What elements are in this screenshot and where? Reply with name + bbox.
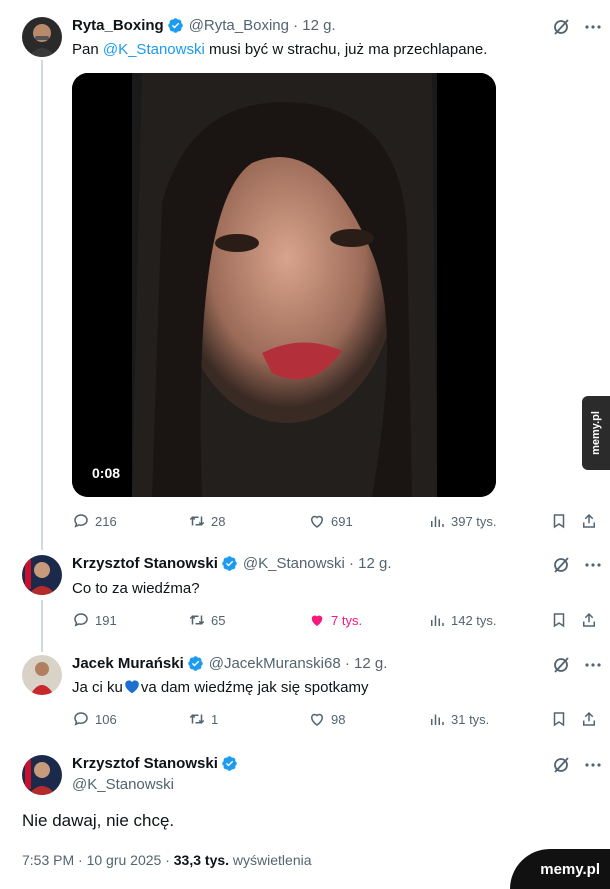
avatar[interactable] [22, 755, 62, 795]
repost-icon [189, 714, 205, 724]
handle-time: @JacekMuranski68 · 12 g. [208, 655, 388, 672]
repost-button[interactable]: 1 [188, 710, 218, 728]
bookmark-button[interactable] [550, 611, 568, 629]
more-icon[interactable] [584, 18, 602, 36]
tweet-header: Ryta_Boxing @Ryta_Boxing · 12 g. [72, 17, 336, 34]
heart-filled-icon [311, 615, 323, 626]
views-icon [431, 615, 444, 626]
heart-icon [310, 713, 324, 726]
handle[interactable]: @K_Stanowski [72, 776, 174, 793]
verified-icon [187, 656, 203, 671]
bookmark-icon [553, 712, 565, 727]
display-name[interactable]: Jacek Murański [72, 655, 184, 672]
repost-button[interactable]: 65 [188, 611, 225, 629]
like-button[interactable]: 98 [308, 710, 345, 728]
repost-button[interactable]: 28 [188, 512, 225, 530]
thread-line [41, 60, 43, 550]
tweet-top-icons [552, 18, 602, 36]
censor-heart-icon [123, 679, 141, 698]
video-frame [72, 73, 496, 497]
tweet-actions: 106 1 98 31 tys. [72, 710, 598, 730]
thread-line [41, 600, 43, 652]
grok-icon[interactable] [552, 18, 570, 36]
avatar[interactable] [22, 17, 62, 57]
avatar[interactable] [22, 555, 62, 595]
verified-icon [222, 556, 237, 571]
display-name[interactable]: Krzysztof Stanowski [72, 755, 218, 772]
handle-time: @K_Stanowski · 12 g. [242, 555, 392, 572]
heart-icon [310, 515, 324, 528]
tweet-top-icons [552, 656, 602, 674]
views-button[interactable]: 397 tys. [428, 512, 497, 530]
views-button[interactable]: 142 tys. [428, 611, 497, 629]
tweet-text: Co to za wiedźma? [72, 580, 200, 597]
verified-icon [222, 756, 237, 771]
avatar[interactable] [22, 655, 62, 695]
tweet-actions: 216 28 691 397 tys. [72, 512, 598, 532]
share-button[interactable] [580, 512, 598, 530]
reply-icon [74, 712, 88, 726]
display-name[interactable]: Ryta_Boxing [72, 17, 164, 34]
grok-icon[interactable] [552, 556, 570, 574]
like-button[interactable]: 691 [308, 512, 353, 530]
repost-icon [189, 615, 205, 625]
reply-icon [74, 514, 88, 528]
more-icon[interactable] [584, 756, 602, 774]
tweet-text: Pan @K_Stanowski musi być w strachu, już… [72, 41, 488, 58]
grok-icon[interactable] [552, 756, 570, 774]
reply-icon [74, 613, 88, 627]
tweet-header: Krzysztof Stanowski @K_Stanowski · 12 g. [72, 555, 392, 572]
mention-link[interactable]: @K_Stanowski [103, 41, 205, 58]
views-button[interactable]: 31 tys. [428, 710, 489, 728]
grok-icon[interactable] [552, 656, 570, 674]
reply-button[interactable]: 106 [72, 710, 117, 728]
watermark-side: memy.pl [582, 396, 610, 470]
share-icon [583, 711, 595, 726]
tweet-timestamp: 7:53 PM · 10 gru 2025 · 33,3 tys. wyświe… [22, 852, 312, 868]
tweet-text: Nie dawaj, nie chcę. [22, 811, 175, 830]
more-icon[interactable] [584, 556, 602, 574]
tweet-text: Ja ci ku va dam wiedźmę jak się spotkamy [72, 679, 369, 698]
watermark-corner: memy.pl [510, 849, 610, 889]
more-icon[interactable] [584, 656, 602, 674]
bookmark-icon [553, 514, 565, 529]
share-button[interactable] [580, 611, 598, 629]
bookmark-icon [553, 613, 565, 628]
video-player[interactable]: 0:08 [72, 73, 496, 497]
views-icon [431, 714, 444, 725]
tweet-header: Krzysztof Stanowski [72, 755, 238, 772]
repost-icon [189, 516, 205, 526]
share-icon [583, 513, 595, 528]
reply-button[interactable]: 216 [72, 512, 117, 530]
handle-time: @Ryta_Boxing · 12 g. [188, 17, 336, 34]
share-button[interactable] [580, 710, 598, 728]
views-icon [431, 516, 444, 527]
reply-button[interactable]: 191 [72, 611, 117, 629]
like-button[interactable]: 7 tys. [308, 611, 362, 629]
bookmark-button[interactable] [550, 512, 568, 530]
tweet-actions: 191 65 7 tys. 142 tys. [72, 611, 598, 631]
tweet-top-icons [552, 756, 602, 774]
tweet-header: Jacek Murański @JacekMuranski68 · 12 g. [72, 655, 387, 672]
video-time: 0:08 [92, 465, 121, 481]
bookmark-button[interactable] [550, 710, 568, 728]
verified-icon [167, 18, 183, 33]
tweet-top-icons [552, 556, 602, 574]
display-name[interactable]: Krzysztof Stanowski [72, 555, 218, 572]
share-icon [583, 612, 595, 627]
